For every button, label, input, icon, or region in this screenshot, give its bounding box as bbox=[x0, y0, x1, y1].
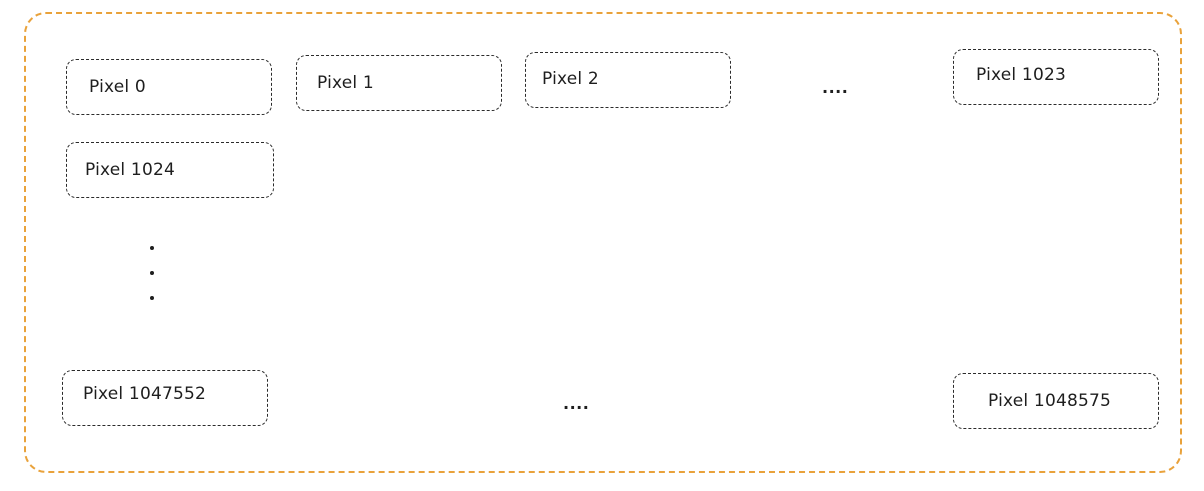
pixel-label: Pixel 1 bbox=[317, 73, 374, 93]
vertical-ellipsis-dot bbox=[150, 246, 154, 250]
vertical-ellipsis-dot bbox=[150, 271, 154, 275]
pixel-box-1023: Pixel 1023 bbox=[953, 49, 1159, 105]
pixel-label: Pixel 2 bbox=[542, 69, 599, 89]
pixel-box-1048575: Pixel 1048575 bbox=[953, 373, 1159, 429]
pixel-label: Pixel 1024 bbox=[85, 160, 175, 180]
pixel-box-0: Pixel 0 bbox=[66, 59, 272, 115]
pixel-box-2: Pixel 2 bbox=[525, 52, 731, 108]
pixel-box-1: Pixel 1 bbox=[296, 55, 502, 111]
vertical-ellipsis-dot bbox=[150, 296, 154, 300]
ellipsis-top-row: .... bbox=[822, 78, 849, 97]
ellipsis-bottom-row: .... bbox=[563, 394, 590, 413]
pixel-label: Pixel 1023 bbox=[976, 65, 1066, 85]
pixel-label: Pixel 1048575 bbox=[988, 391, 1112, 411]
pixel-label: Pixel 0 bbox=[89, 77, 146, 97]
pixel-box-1047552: Pixel 1047552 bbox=[62, 370, 268, 426]
pixel-box-1024: Pixel 1024 bbox=[66, 142, 274, 198]
pixel-label: Pixel 1047552 bbox=[83, 384, 207, 404]
